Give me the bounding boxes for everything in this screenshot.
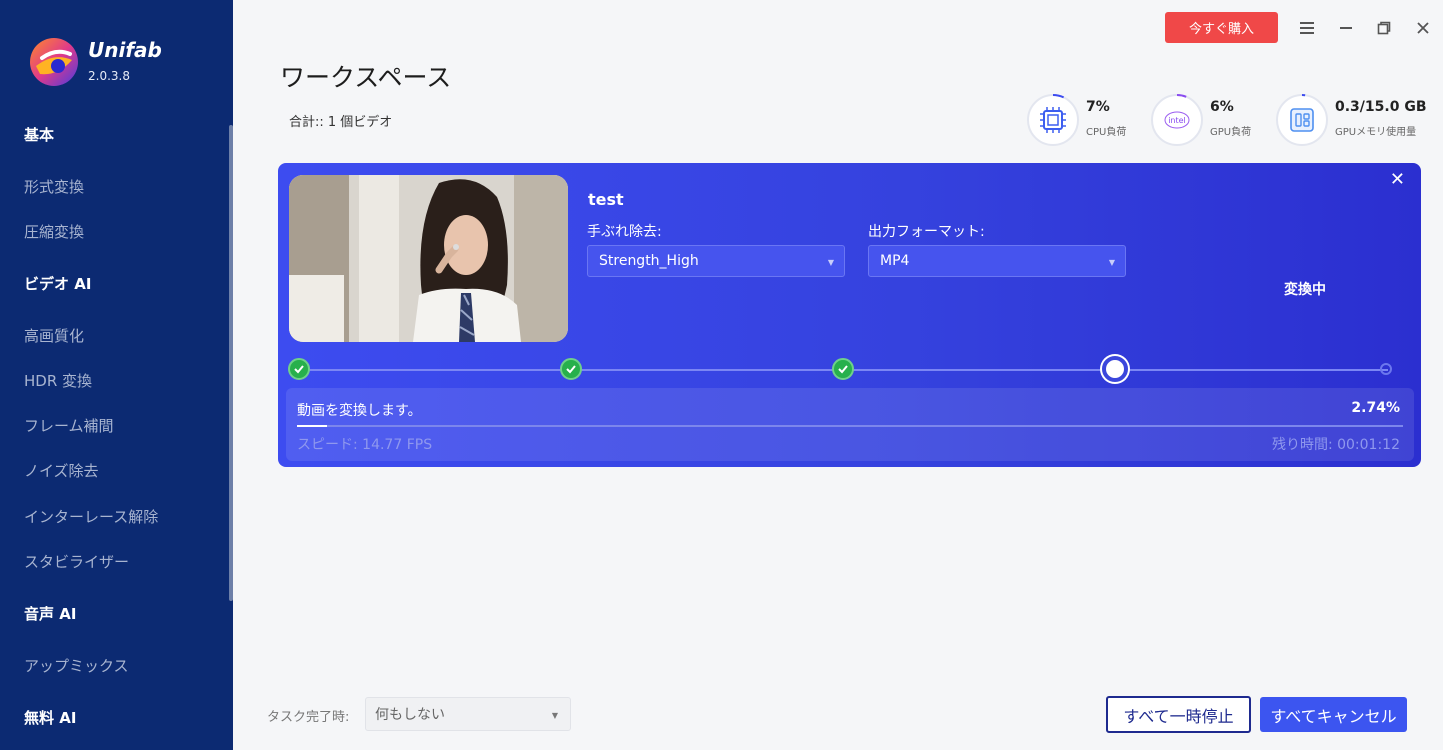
task-status: 変換中 xyxy=(1284,282,1326,298)
video-thumbnail[interactable] xyxy=(289,175,568,342)
chevron-down-icon: ▼ xyxy=(1108,258,1115,267)
sidebar-item-compress[interactable]: 圧縮変換 xyxy=(24,221,84,242)
nav-header-free-ai: 無料 AI xyxy=(24,709,77,727)
close-window-icon[interactable] xyxy=(1411,14,1435,42)
nav-header-basic: 基本 xyxy=(24,126,55,144)
menu-icon[interactable] xyxy=(1295,14,1319,42)
sidebar-item-upscale[interactable]: 高画質化 xyxy=(24,325,84,346)
step-4-current-icon xyxy=(1102,356,1128,382)
app-name: Unifab xyxy=(88,38,162,62)
remaining-time: 残り時間: 00:01:12 xyxy=(1271,437,1400,453)
sidebar-item-frame-interpolation[interactable]: フレーム補間 xyxy=(24,415,114,436)
stabilize-strength-select[interactable]: Strength_High ▼ xyxy=(587,245,845,277)
sidebar-item-format-convert[interactable]: 形式変換 xyxy=(24,176,84,197)
memory-ring xyxy=(1276,94,1328,146)
page-title: ワークスペース xyxy=(280,63,452,92)
step-2-done-icon xyxy=(560,358,582,380)
memory-icon xyxy=(1290,108,1314,132)
sidebar-item-upmix[interactable]: アップミックス xyxy=(24,655,129,676)
sidebar-item-deinterlace[interactable]: インターレース解除 xyxy=(24,506,158,527)
minimize-icon[interactable] xyxy=(1334,14,1358,42)
step-5-pending-icon xyxy=(1380,363,1392,375)
progress-panel: 動画を変換します。 2.74% スピード: 14.77 FPS 残り時間: 00… xyxy=(286,388,1414,461)
total-count: 合計:: 1 個ビデオ xyxy=(289,115,393,130)
stabilize-strength-value: Strength_High xyxy=(599,253,699,269)
task-name: test xyxy=(588,190,624,209)
cancel-all-button[interactable]: すべてキャンセル xyxy=(1260,697,1407,732)
chevron-down-icon: ▼ xyxy=(551,711,558,720)
gpu-ring: intel xyxy=(1151,94,1203,146)
buy-now-button[interactable]: 今すぐ購入 xyxy=(1165,12,1278,43)
step-3-done-icon xyxy=(832,358,854,380)
sidebar-item-hdr[interactable]: HDR 変換 xyxy=(24,370,92,391)
unifab-logo-icon xyxy=(30,38,78,86)
progress-percent: 2.74% xyxy=(1351,400,1400,416)
progress-bar-fill xyxy=(297,425,328,427)
pause-all-button[interactable]: すべて一時停止 xyxy=(1106,696,1251,733)
speed-text: スピード: 14.77 FPS xyxy=(297,437,433,453)
output-format-select[interactable]: MP4 ▼ xyxy=(868,245,1126,277)
sidebar-scrollbar[interactable] xyxy=(229,125,233,601)
nav-header-video-ai: ビデオ AI xyxy=(24,275,92,293)
output-format-value: MP4 xyxy=(880,253,910,269)
app-version: 2.0.3.8 xyxy=(88,69,130,83)
thumbnail-image xyxy=(289,175,568,342)
memory-label: GPUメモリ使用量 xyxy=(1335,127,1417,138)
task-card: ✕ test 手ぶれ除去: Strength_High ▼ 出力フォーマット: … xyxy=(278,163,1421,467)
chevron-down-icon: ▼ xyxy=(827,258,834,267)
after-task-value: 何もしない xyxy=(375,707,445,723)
step-1-done-icon xyxy=(288,358,310,380)
nav-header-audio-ai: 音声 AI xyxy=(24,605,77,623)
gpu-label: GPU負荷 xyxy=(1210,127,1252,138)
intel-text: intel xyxy=(1168,116,1186,125)
memory-value: 0.3/15.0 GB xyxy=(1335,99,1427,115)
sidebar: Unifab 2.0.3.8 基本 形式変換 圧縮変換 ビデオ AI 高画質化 … xyxy=(0,0,233,750)
cpu-ring xyxy=(1027,94,1079,146)
progress-text: 動画を変換します。 xyxy=(297,403,422,419)
gpu-value: 6% xyxy=(1210,99,1234,115)
restore-icon[interactable] xyxy=(1372,14,1396,42)
sidebar-item-stabilizer[interactable]: スタビライザー xyxy=(24,551,129,572)
sidebar-item-denoise[interactable]: ノイズ除去 xyxy=(24,460,99,481)
cpu-label: CPU負荷 xyxy=(1086,127,1127,138)
cpu-value: 7% xyxy=(1086,99,1110,115)
progress-bar xyxy=(297,425,1403,427)
output-format-label: 出力フォーマット: xyxy=(868,224,985,240)
after-task-label: タスク完了時: xyxy=(267,710,350,725)
remove-task-icon[interactable]: ✕ xyxy=(1390,169,1405,190)
after-task-select[interactable]: 何もしない ▼ xyxy=(365,697,571,731)
stabilize-label: 手ぶれ除去: xyxy=(587,224,662,240)
